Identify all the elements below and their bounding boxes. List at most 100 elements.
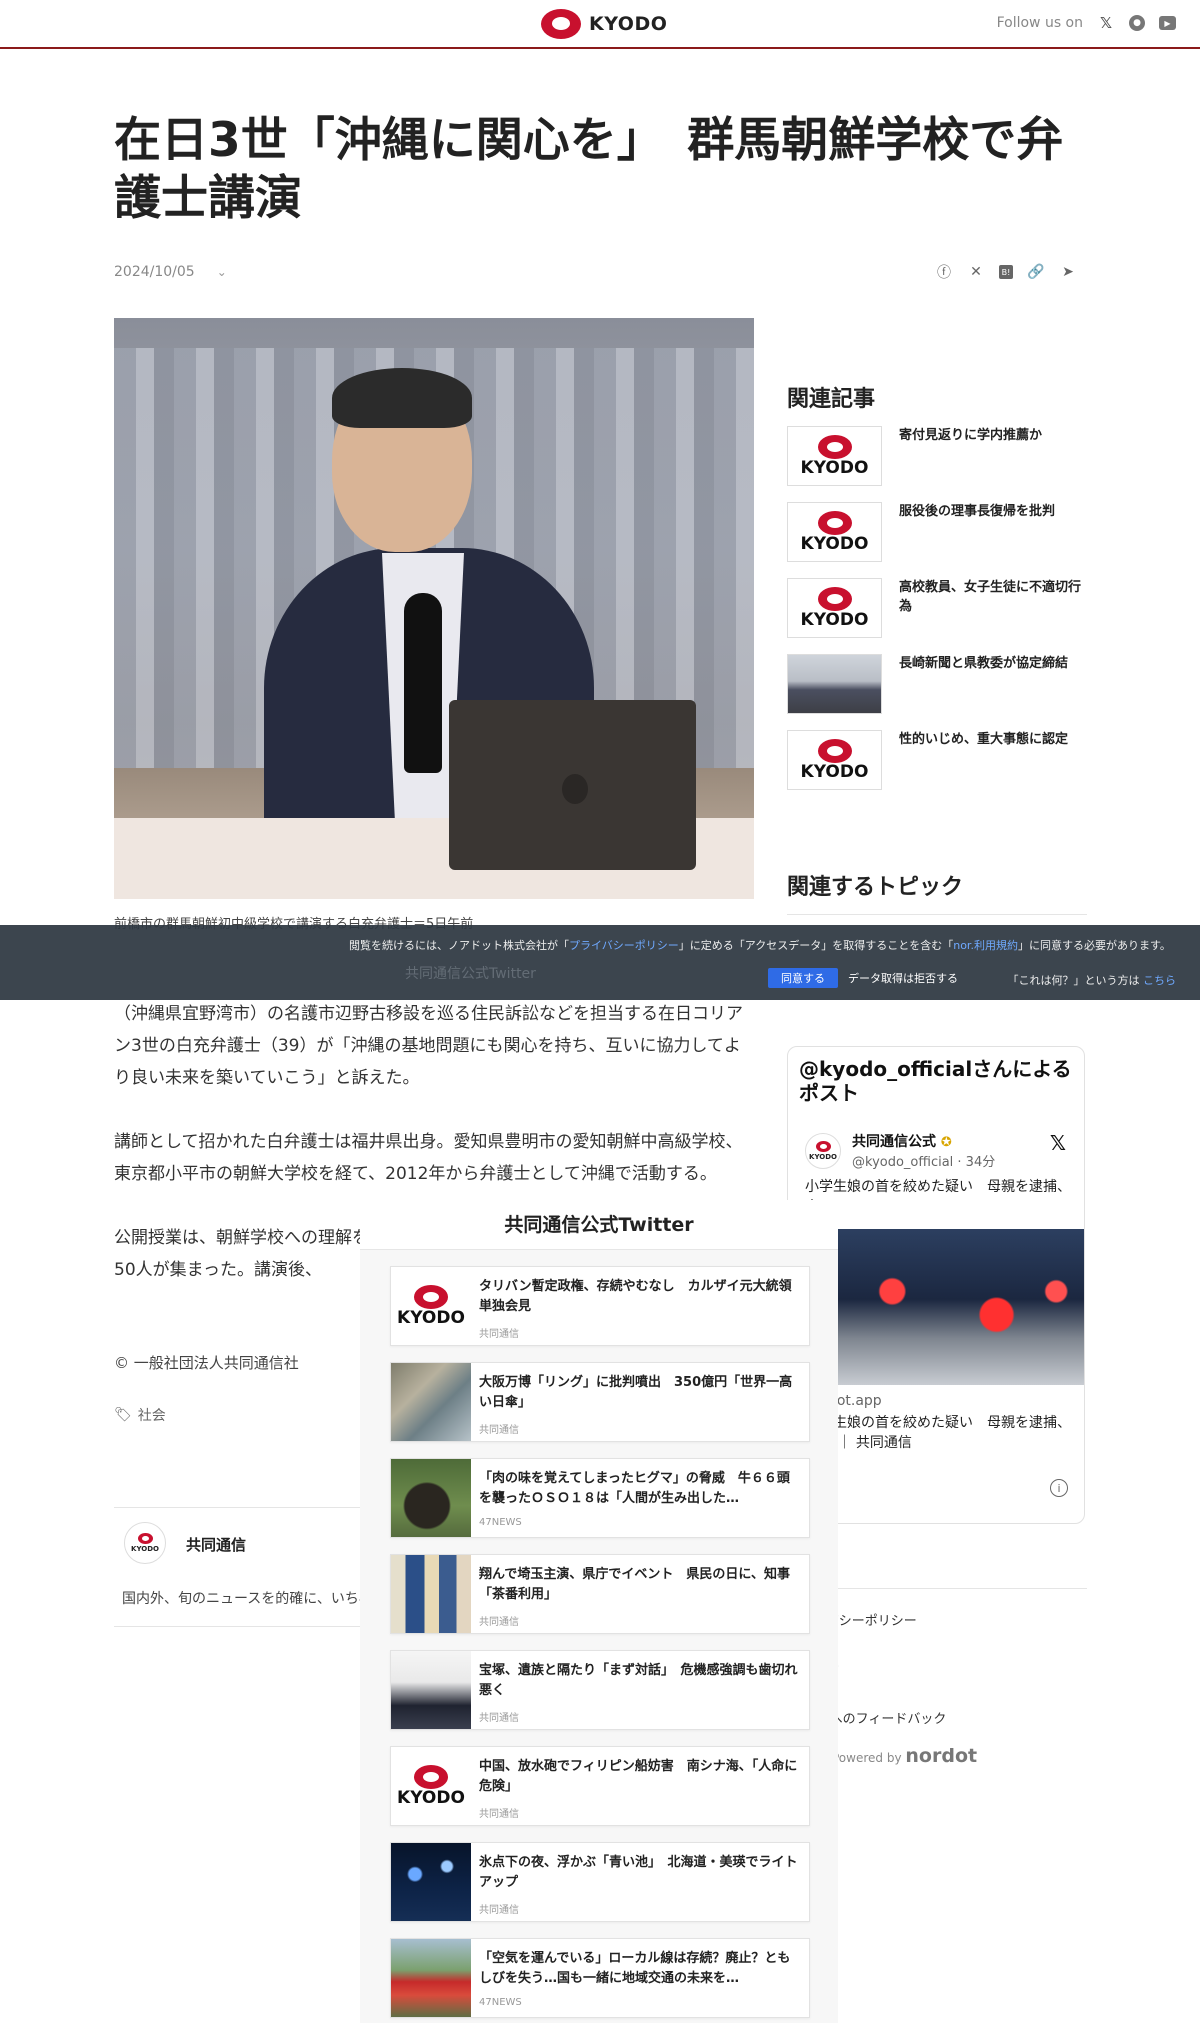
consent-text-before: 閲覧を続けるには、ノアドット株式会社が「 (349, 939, 569, 952)
x-icon[interactable]: 𝕏 (1097, 14, 1115, 32)
kyodo-mark-icon (137, 1533, 153, 1544)
x-icon[interactable]: ✕ (967, 263, 985, 281)
info-icon[interactable]: i (1050, 1479, 1068, 1497)
related-item[interactable]: KYODO 寄付見返りに学内推薦か (787, 426, 1087, 486)
photo-microphone (404, 593, 442, 773)
article-date: 2024/10/05 (114, 264, 195, 280)
panel-item-source: 共同通信 (479, 1905, 519, 1916)
kyodo-thumb-text: KYODO (800, 457, 869, 478)
link-icon[interactable]: 🔗 (1027, 263, 1045, 281)
related-title: 性的いじめ、重大事態に認定 (899, 732, 1069, 747)
topics-heading: 関連するトピック (787, 875, 964, 900)
consent-message: 閲覧を続けるには、ノアドット株式会社が「プライバシーポリシー」に定める「アクセス… (349, 937, 1171, 953)
panel-item[interactable]: 翔んで埼玉主演、県庁でイベント 県民の日に、知事「茶番利用」 共同通信 (390, 1554, 810, 1634)
panel-thumb-photo (391, 1651, 471, 1729)
related-item[interactable]: KYODO 服役後の理事長復帰を批判 (787, 502, 1087, 562)
kyodo-thumb-text: KYODO (800, 609, 869, 630)
twitter-embed-heading: @kyodo_officialさんによるポスト (799, 1057, 1072, 1105)
send-icon[interactable]: ➤ (1059, 263, 1077, 281)
terms-link[interactable]: nor.利用規約 (953, 939, 1018, 952)
kyodo-mark-icon (817, 586, 852, 611)
related-item[interactable]: 長崎新聞と県教委が協定締結 (787, 654, 1087, 714)
twitter-display-name: 共同通信公式 (852, 1134, 936, 1150)
panel-item-title: 中国、放水砲でフィリピン船妨害 南シナ海、「人命に危険」 (479, 1759, 798, 1794)
kyodo-mini-text: KYODO (809, 1153, 837, 1161)
agree-button[interactable]: 同意する (768, 968, 838, 988)
panel-item[interactable]: 宝塚、遺族と隔たり「まず対話」 危機感強調も歯切れ悪く 共同通信 (390, 1650, 810, 1730)
nordot-logo: nordot (905, 1745, 978, 1767)
publisher-card[interactable]: KYODO 共同通信 国内外、旬のニュースを的確に、いち早く (114, 1507, 364, 1627)
tweet-card-title[interactable]: 小学生娘の首を絞めた疑い 母親を逮捕、山口 ｜ 共同通信 (805, 1413, 1075, 1453)
kyodo-thumb-text: KYODO (800, 761, 869, 782)
kyodo-mark-icon (414, 1284, 448, 1309)
deny-data-button[interactable]: データ取得は拒否する (848, 968, 958, 988)
kyodo-mark-icon (817, 434, 852, 459)
tag-icon: 🏷 (114, 1407, 132, 1423)
panel-thumb-photo (391, 1939, 471, 2017)
panel-item[interactable]: 氷点下の夜、浮かぶ「青い池」 北海道・美瑛でライトアップ 共同通信 (390, 1842, 810, 1922)
twitter-handle[interactable]: @kyodo_official · 34分 (852, 1151, 995, 1170)
panel-item-source: 47NEWS (479, 1517, 522, 1528)
tweet-text: 小学生娘の首を絞めた疑い 母親を逮捕、山口 (805, 1179, 1071, 1215)
consent-text-after: 」に同意する必要があります。 (1017, 939, 1171, 952)
youtube-icon[interactable]: ▶ (1159, 16, 1176, 30)
publisher-description: 国内外、旬のニュースを的確に、いち早く (122, 1591, 362, 1607)
powered-by-nordot[interactable]: Powered by nordot (832, 1745, 977, 1767)
kyodo-logo-text: KYODO (589, 13, 668, 35)
related-item[interactable]: KYODO 高校教員、女子生徒に不適切行為 (787, 578, 1087, 638)
privacy-policy-link[interactable]: プライバシーポリシー (569, 939, 679, 952)
panel-item-title: 「肉の味を覚えてしまったヒグマ」の脅威 牛６６頭を襲ったＯＳＯ１８は「人間が生み… (479, 1471, 790, 1506)
article-paragraph: （沖縄県宜野湾市）の名護市辺野古移設を巡る住民訴訟などを担当する在日コリアン3世… (114, 1004, 743, 1088)
article-tag[interactable]: 🏷 社会 (114, 1405, 166, 1425)
verified-icon: ✪ (940, 1135, 952, 1150)
kyodo-logo-mark (541, 9, 581, 39)
twitter-name[interactable]: 共同通信公式 ✪ (852, 1131, 952, 1151)
publisher-avatar: KYODO (124, 1522, 166, 1564)
related-item[interactable]: KYODO 性的いじめ、重大事態に認定 (787, 730, 1087, 790)
related-thumb: KYODO (787, 578, 882, 638)
consent-banner: 閲覧を続けるには、ノアドット株式会社が「プライバシーポリシー」に定める「アクセス… (0, 925, 1200, 1000)
panel-item-title: 大阪万博「リング」に批判噴出 350億円「世界一高い日傘」 (479, 1375, 793, 1410)
panel-heading: 共同通信公式Twitter (360, 1200, 838, 1250)
article-photo (114, 318, 754, 899)
facebook-icon[interactable]: ⓕ (935, 263, 953, 281)
site-header: KYODO Follow us on 𝕏 ● ▶ (0, 0, 1200, 49)
panel-item-source: 共同通信 (479, 1713, 519, 1724)
panel-item-source: 共同通信 (479, 1329, 519, 1340)
panel-item[interactable]: 「空気を運んでいる」ローカル線は存続？廃止？ともしびを失う…国も一緒に地域交通の… (390, 1938, 810, 2018)
related-thumb: KYODO (787, 502, 882, 562)
kyodo-logo[interactable]: KYODO (541, 9, 667, 39)
twitter-avatar[interactable]: KYODO (805, 1133, 841, 1169)
related-title: 高校教員、女子生徒に不適切行為 (899, 580, 1082, 614)
what-link[interactable]: こちら (1143, 974, 1176, 987)
publisher-name: 共同通信 (186, 1536, 247, 1554)
panel-item[interactable]: KYODO タリバン暫定政権、存続やむなし カルザイ元大統領単独会見 共同通信 (390, 1266, 810, 1346)
article-paragraph: 講師として招かれた白弁護士は福井県出身。愛知県豊明市の愛知朝鮮中高級学校、東京都… (114, 1132, 743, 1184)
panel-item[interactable]: 大阪万博「リング」に批判噴出 350億円「世界一高い日傘」 共同通信 (390, 1362, 810, 1442)
photo-speaker-hair (332, 368, 472, 428)
panel-thumb-photo (391, 1555, 471, 1633)
kyodo-mini-text: KYODO (131, 1545, 159, 1553)
chevron-down-icon[interactable]: ⌄ (217, 265, 227, 279)
related-thumb: KYODO (787, 730, 882, 790)
related-title: 寄付見返りに学内推薦か (899, 428, 1043, 443)
related-thumb: KYODO (787, 426, 882, 486)
kyodo-thumb-text: KYODO (397, 1787, 465, 1808)
panel-item[interactable]: KYODO 中国、放水砲でフィリピン船妨害 南シナ海、「人命に危険」 共同通信 (390, 1746, 810, 1826)
consent-text-middle: 」に定める「アクセスデータ」を取得することを含む「 (678, 939, 954, 952)
share-bar: ⓕ ✕ B! 🔗 ➤ (935, 263, 1077, 281)
line-icon[interactable]: ● (1129, 15, 1145, 31)
article-meta: 2024/10/05 ⌄ (114, 264, 227, 280)
follow-label: Follow us on (996, 15, 1083, 31)
panel-thumb: KYODO (391, 1267, 471, 1345)
related-thumb-photo (787, 654, 882, 714)
kyodo-mark-icon (815, 1141, 831, 1152)
x-icon[interactable]: 𝕏 (1050, 1131, 1066, 1155)
kyodo-mark-icon (817, 738, 852, 763)
what-label: 「これは何？」という方は (1007, 974, 1140, 987)
hatena-icon[interactable]: B! (999, 265, 1013, 279)
photo-laptop-logo (562, 774, 588, 804)
what-is-this: 「これは何？」という方は こちら (1008, 972, 1177, 988)
panel-item[interactable]: 「肉の味を覚えてしまったヒグマ」の脅威 牛６６頭を襲ったＯＳＯ１８は「人間が生み… (390, 1458, 810, 1538)
kyodo-mark-icon (817, 510, 852, 535)
